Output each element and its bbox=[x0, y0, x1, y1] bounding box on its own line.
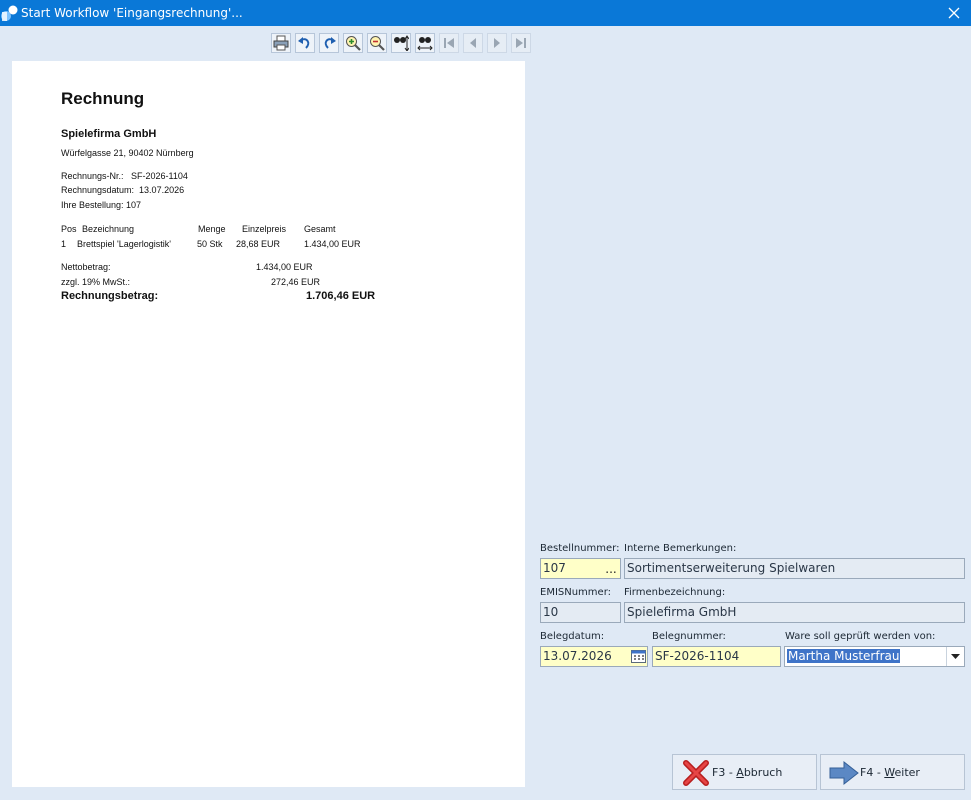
title-bar: Start Workflow 'Eingangsrechnung'... bbox=[0, 0, 971, 26]
prev-page-icon bbox=[470, 38, 476, 48]
reviewer-value: Martha Musterfrau bbox=[787, 649, 901, 663]
invoice-number: Rechnungs-Nr.: SF-2026-1104 bbox=[61, 171, 188, 181]
last-page-icon bbox=[516, 38, 526, 48]
emis-number-label: EMISNummer: bbox=[540, 587, 612, 598]
table-row-description: Brettspiel 'Lagerlogistik' bbox=[77, 239, 171, 249]
zoom-in-button[interactable] bbox=[343, 33, 363, 53]
redo-icon bbox=[324, 37, 336, 49]
invoice-company: Spielefirma GmbH bbox=[61, 128, 157, 140]
fit-width-icon bbox=[417, 37, 433, 51]
order-lookup-button[interactable]: ... bbox=[602, 559, 620, 578]
fit-height-icon bbox=[394, 35, 409, 51]
table-row-qty: 50 Stk bbox=[197, 239, 223, 249]
zoom-in-icon bbox=[346, 36, 361, 51]
next-button[interactable]: F4 - Weiter bbox=[820, 754, 965, 790]
zoom-out-icon bbox=[370, 36, 385, 51]
order-number-value: 107 bbox=[543, 561, 566, 575]
window-title: Start Workflow 'Eingangsrechnung'... bbox=[21, 6, 243, 20]
doc-date-field[interactable]: 13.07.2026 bbox=[540, 646, 648, 667]
first-page-icon bbox=[444, 38, 454, 48]
table-row-total: 1.434,00 EUR bbox=[304, 239, 361, 249]
invoice-heading: Rechnung bbox=[61, 89, 145, 108]
net-value: 1.434,00 EUR bbox=[256, 262, 313, 272]
viewer-toolbar bbox=[271, 33, 535, 55]
close-button[interactable] bbox=[937, 0, 971, 26]
cancel-label: F3 - Abbruch bbox=[712, 766, 782, 779]
invoice-order: Ihre Bestellung: 107 bbox=[61, 200, 142, 210]
doc-date-label: Belegdatum: bbox=[540, 631, 605, 642]
first-page-button[interactable] bbox=[439, 33, 459, 53]
fit-width-button[interactable] bbox=[415, 33, 435, 53]
table-header-total: Gesamt bbox=[304, 224, 336, 234]
next-label: F4 - Weiter bbox=[860, 766, 920, 779]
cancel-x-icon bbox=[683, 760, 709, 786]
cancel-accel-text: A bbox=[736, 766, 744, 779]
next-accel-text: W bbox=[884, 766, 895, 779]
prev-page-button[interactable] bbox=[463, 33, 483, 53]
next-arrow-icon bbox=[829, 760, 859, 786]
app-icon bbox=[1, 5, 18, 21]
company-name-field[interactable]: Spielefirma GmbH bbox=[624, 602, 965, 623]
print-icon bbox=[273, 35, 289, 51]
undo-icon bbox=[298, 37, 310, 49]
close-icon bbox=[948, 7, 960, 19]
order-number-label: Bestellnummer: bbox=[540, 543, 620, 554]
invoice-address: Würfelgasse 21, 90402 Nürnberg bbox=[61, 148, 194, 158]
next-page-icon bbox=[494, 38, 500, 48]
doc-date-value: 13.07.2026 bbox=[543, 649, 612, 663]
next-page-button[interactable] bbox=[487, 33, 507, 53]
net-label: Nettobetrag: bbox=[61, 262, 111, 272]
vat-value: 272,46 EUR bbox=[271, 277, 321, 287]
reviewer-dropdown-button[interactable] bbox=[946, 647, 964, 666]
reviewer-dropdown[interactable]: Martha Musterfrau bbox=[784, 646, 965, 667]
order-number-field[interactable]: 107 ... bbox=[540, 558, 621, 579]
internal-notes-field[interactable]: Sortimentserweiterung Spielwaren bbox=[624, 558, 965, 579]
gross-value: 1.706,46 EUR bbox=[306, 290, 376, 302]
gross-label: Rechnungsbetrag: bbox=[61, 290, 159, 302]
cancel-key-text: F3 - bbox=[712, 766, 737, 779]
calendar-button[interactable] bbox=[629, 647, 647, 666]
calendar-icon bbox=[630, 650, 646, 663]
invoice-date: Rechnungsdatum: 13.07.2026 bbox=[61, 185, 185, 195]
reviewer-label: Ware soll geprüft werden von: bbox=[785, 631, 936, 642]
print-button[interactable] bbox=[271, 33, 291, 53]
table-row-unit-price: 28,68 EUR bbox=[236, 239, 281, 249]
company-name-label: Firmenbezeichnung: bbox=[624, 587, 726, 598]
cancel-button[interactable]: F3 - Abbruch bbox=[672, 754, 817, 790]
doc-number-field[interactable]: SF-2026-1104 bbox=[652, 646, 781, 667]
next-key-text: F4 - bbox=[860, 766, 885, 779]
undo-button[interactable] bbox=[295, 33, 315, 53]
cancel-rest-text: bbruch bbox=[743, 766, 783, 779]
table-header-qty: Menge bbox=[198, 224, 226, 234]
doc-number-label: Belegnummer: bbox=[652, 631, 726, 642]
last-page-button[interactable] bbox=[511, 33, 531, 53]
next-rest-text: eiter bbox=[894, 766, 920, 779]
table-header-unit-price: Einzelpreis bbox=[242, 224, 287, 234]
emis-number-field[interactable]: 10 bbox=[540, 602, 621, 623]
redo-button[interactable] bbox=[319, 33, 339, 53]
document-preview: Rechnung Spielefirma GmbH Würfelgasse 21… bbox=[12, 61, 525, 787]
vat-label: zzgl. 19% MwSt.: bbox=[61, 277, 131, 287]
table-header-pos: Pos bbox=[61, 224, 77, 234]
internal-notes-label: Interne Bemerkungen: bbox=[624, 543, 737, 554]
fit-height-button[interactable] bbox=[391, 33, 411, 53]
dropdown-arrow-icon bbox=[951, 654, 960, 659]
table-header-description: Bezeichnung bbox=[82, 224, 135, 234]
table-row-pos: 1 bbox=[61, 239, 67, 249]
zoom-out-button[interactable] bbox=[367, 33, 387, 53]
